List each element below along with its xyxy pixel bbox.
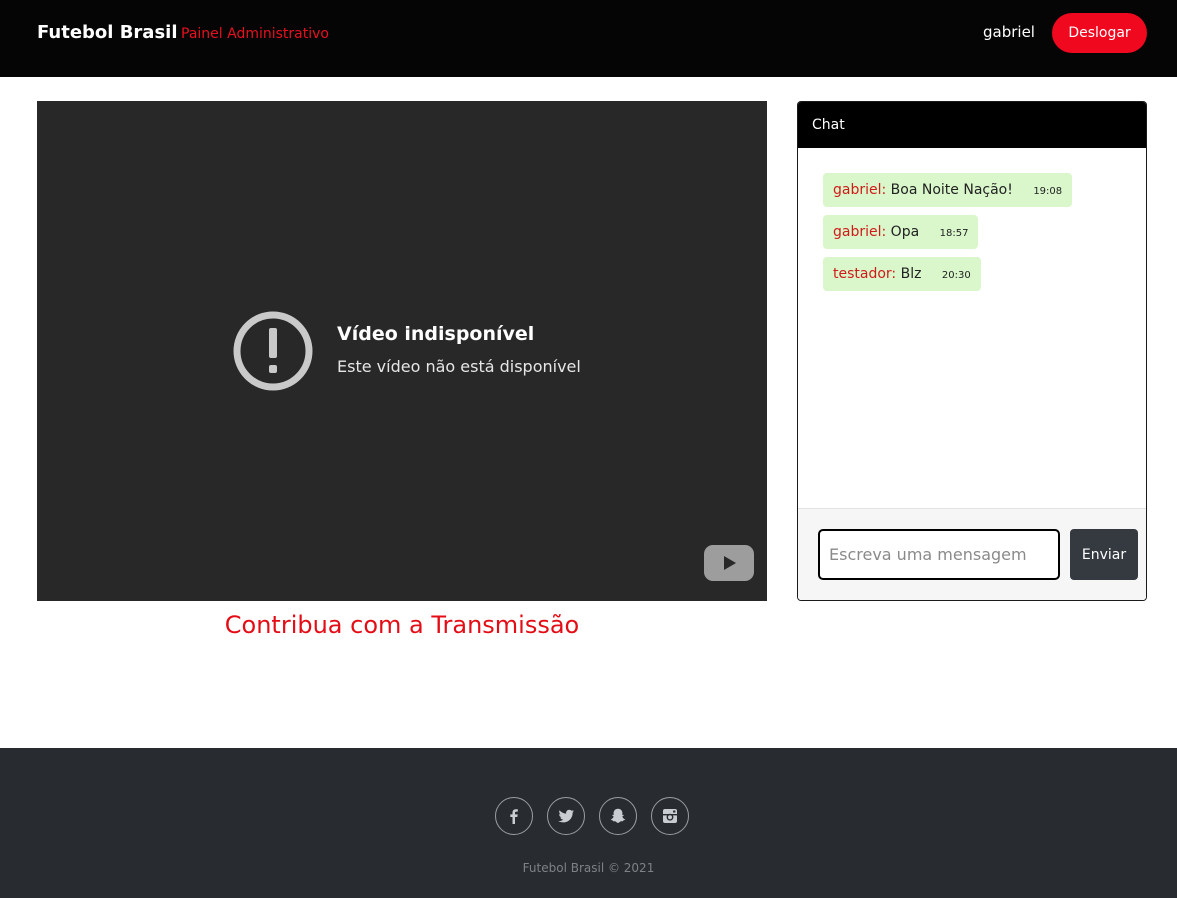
alert-icon	[233, 311, 313, 391]
admin-panel-link[interactable]: Painel Administrativo	[181, 24, 329, 44]
chat-compose-bar: Enviar	[798, 508, 1146, 600]
message-text: Opa	[890, 224, 920, 240]
brand-title[interactable]: Futebol Brasil	[37, 21, 178, 45]
chat-message: testador: Blz 20:30	[823, 257, 981, 291]
send-button[interactable]: Enviar	[1070, 529, 1138, 580]
contribute-heading[interactable]: Contribua com a Transmissão	[37, 607, 767, 643]
page-footer: Futebol Brasil © 2021	[0, 748, 1177, 898]
video-player[interactable]: Vídeo indisponível Este vídeo não está d…	[37, 101, 767, 601]
chat-message: gabriel: Boa Noite Nação! 19:08	[823, 173, 1073, 207]
instagram-icon	[663, 809, 677, 823]
snapchat-icon	[610, 808, 626, 823]
facebook-link[interactable]	[495, 797, 533, 835]
message-author: gabriel:	[833, 224, 887, 240]
top-navbar: Futebol Brasil Painel Administrativo gab…	[0, 0, 1177, 77]
twitter-link[interactable]	[547, 797, 585, 835]
message-time: 18:57	[939, 228, 969, 239]
chat-messages: gabriel: Boa Noite Nação! 19:08 gabriel:…	[798, 148, 1146, 508]
message-time: 20:30	[941, 270, 971, 281]
snapchat-link[interactable]	[599, 797, 637, 835]
message-input[interactable]	[818, 529, 1060, 580]
facebook-icon	[510, 809, 518, 824]
twitter-icon	[558, 809, 574, 823]
message-author: gabriel:	[833, 182, 887, 198]
video-unavailable-message: Este vídeo não está disponível	[337, 357, 581, 376]
copyright-text: Futebol Brasil © 2021	[522, 861, 655, 875]
chat-message: gabriel: Opa 18:57	[823, 215, 979, 249]
current-username: gabriel	[983, 23, 1035, 41]
message-text: Boa Noite Nação!	[890, 182, 1013, 198]
video-unavailable-title: Vídeo indisponível	[337, 323, 535, 345]
chat-panel: Chat gabriel: Boa Noite Nação! 19:08 gab…	[797, 101, 1147, 601]
message-time: 19:08	[1033, 186, 1063, 197]
youtube-logo-icon[interactable]	[704, 545, 754, 581]
chat-header: Chat	[798, 102, 1146, 148]
logout-button[interactable]: Deslogar	[1052, 13, 1147, 53]
message-author: testador:	[833, 266, 897, 282]
message-text: Blz	[900, 266, 922, 282]
instagram-link[interactable]	[651, 797, 689, 835]
